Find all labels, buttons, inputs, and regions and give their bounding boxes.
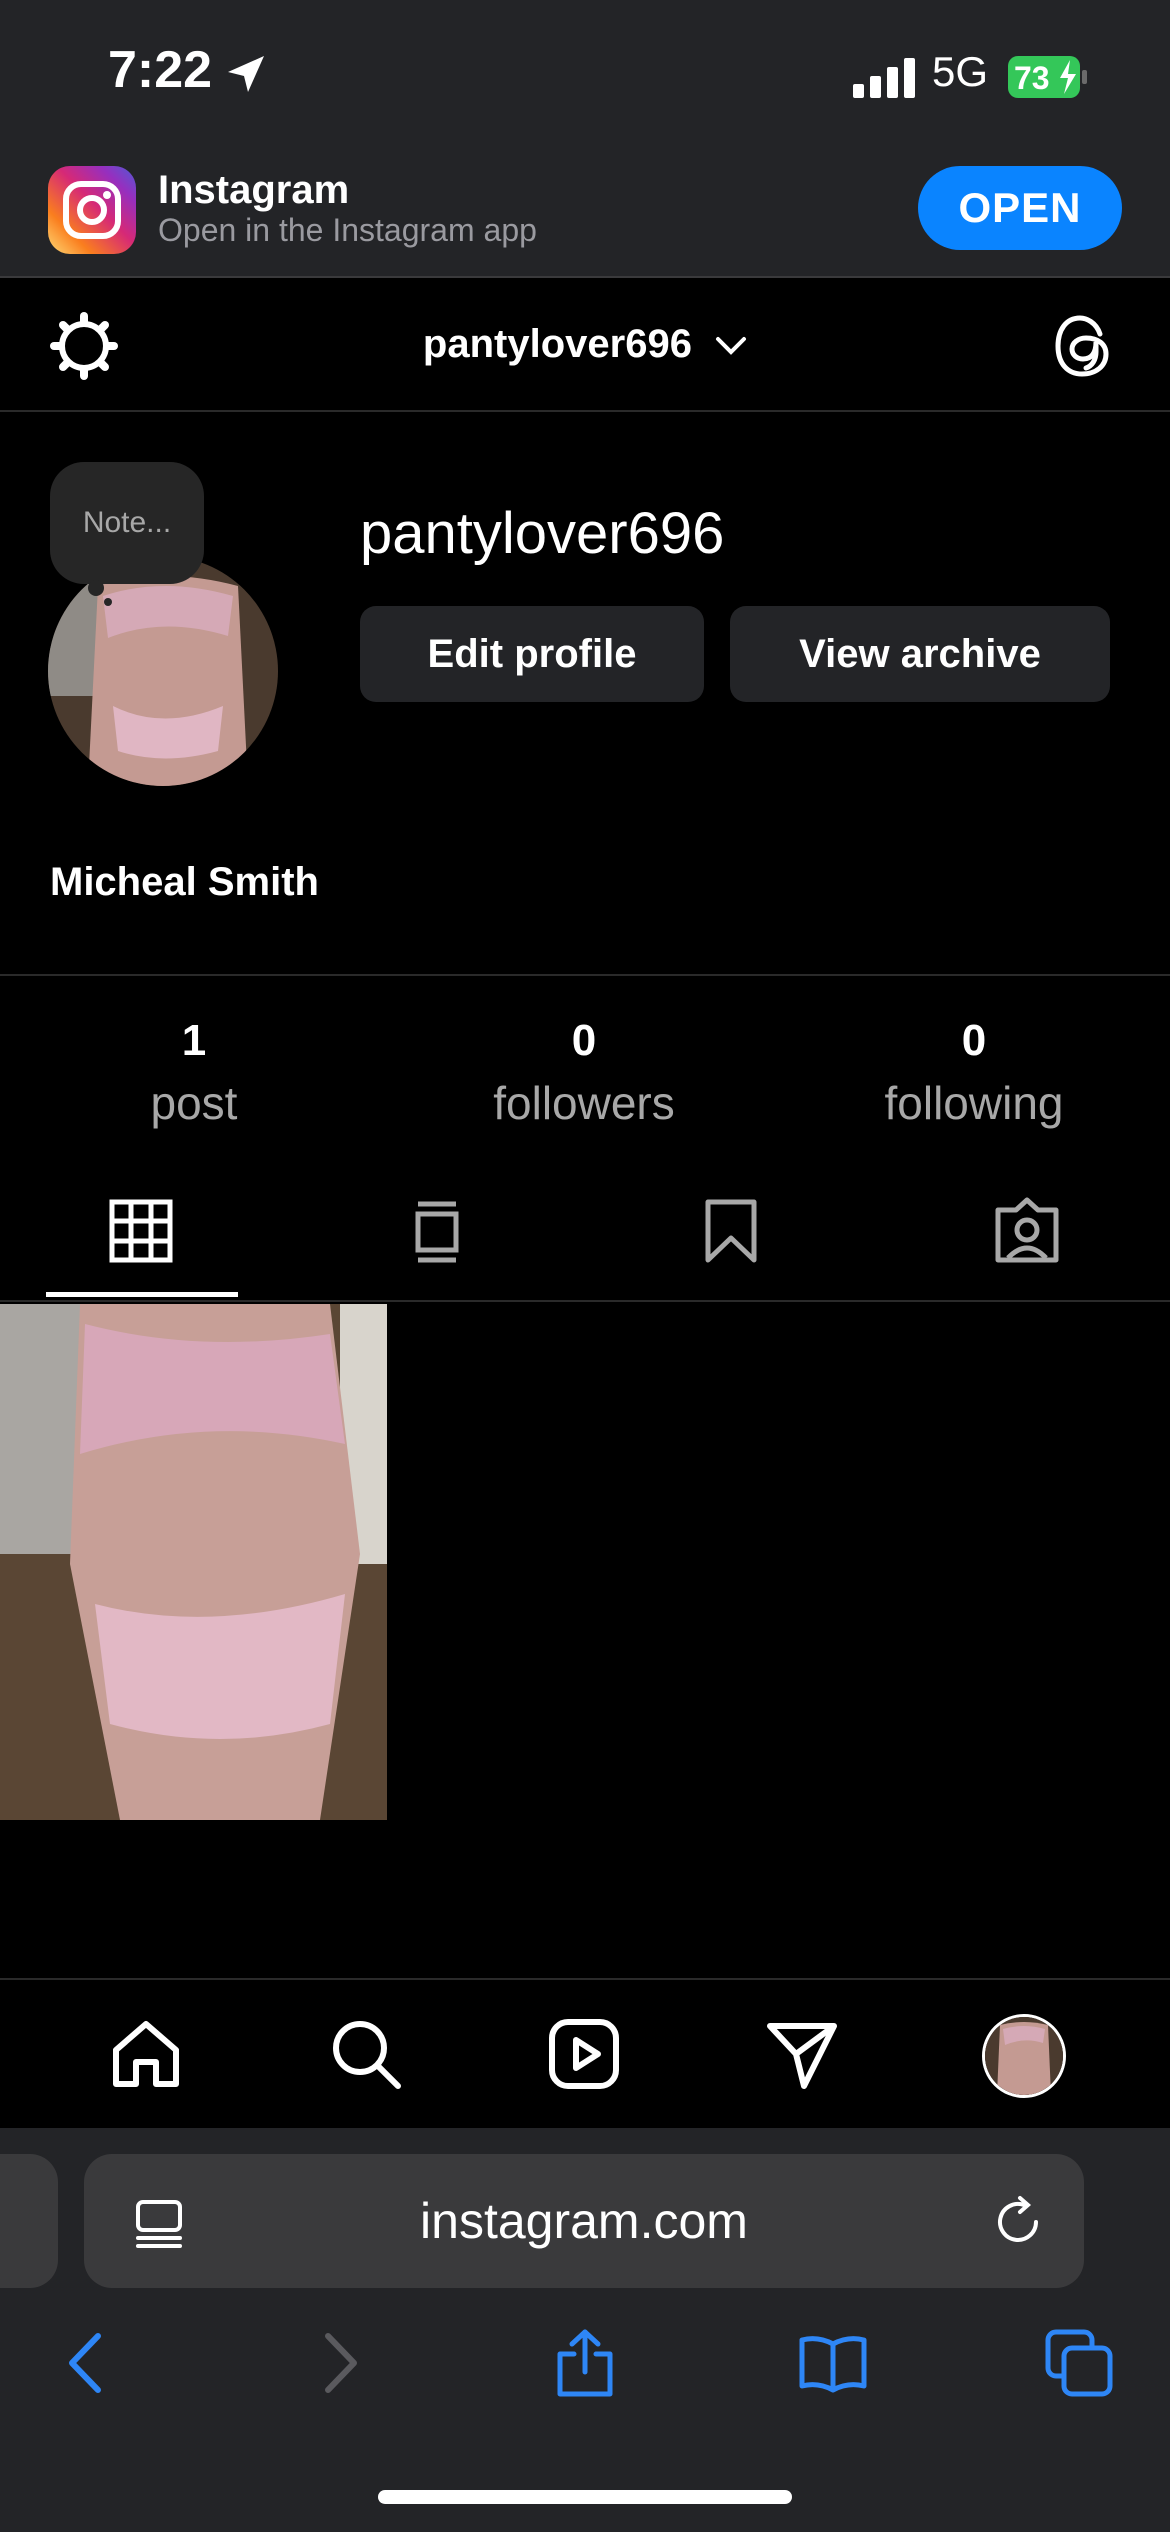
battery-level: 73	[1014, 60, 1050, 96]
settings-icon[interactable]	[48, 310, 120, 382]
bookmark-icon[interactable]	[696, 1196, 766, 1266]
followers-label[interactable]: followers	[454, 1076, 714, 1130]
location-arrow-icon	[222, 50, 270, 98]
following-count[interactable]: 0	[844, 1016, 1104, 1066]
followers-count[interactable]: 0	[454, 1016, 714, 1066]
post-thumbnail[interactable]	[0, 1304, 387, 1820]
bookmarks-icon[interactable]	[798, 2328, 868, 2398]
note-tail-small	[104, 598, 112, 606]
header-username: pantylover696	[422, 322, 692, 366]
posts-count: 1	[181, 1016, 207, 1065]
note-bubble[interactable]: Note...	[50, 462, 204, 584]
reels-icon[interactable]	[546, 2016, 622, 2092]
view-archive-button[interactable]: View archive	[730, 606, 1110, 702]
url-text[interactable]: instagram.com	[84, 2192, 1084, 2250]
profile-avatar[interactable]	[982, 2014, 1066, 2098]
battery-icon: 73	[1008, 56, 1088, 98]
search-icon[interactable]	[328, 2016, 404, 2092]
signal-icon	[853, 58, 915, 98]
reload-icon[interactable]	[990, 2194, 1046, 2250]
profile-avatar[interactable]	[48, 556, 278, 786]
divider	[0, 1300, 1170, 1302]
feed-icon[interactable]	[402, 1196, 472, 1266]
home-indicator	[378, 2490, 792, 2504]
network-label: 5G	[932, 48, 989, 95]
open-app-button[interactable]: OPEN	[918, 166, 1122, 250]
forward-icon	[304, 2328, 374, 2398]
grid-icon[interactable]	[106, 1196, 176, 1266]
account-switcher[interactable]: pantylover696	[300, 322, 870, 367]
posts-label: post	[150, 1077, 238, 1129]
active-tab-indicator	[46, 1292, 238, 1297]
share-icon[interactable]	[550, 2328, 620, 2398]
status-time: 7:22	[108, 41, 213, 99]
home-icon[interactable]	[108, 2016, 184, 2092]
previous-tab-edge[interactable]	[0, 2154, 58, 2288]
following-label[interactable]: following	[844, 1076, 1104, 1130]
profile-full-name: Micheal Smith	[50, 860, 319, 904]
banner-title: Instagram	[158, 168, 350, 212]
note-tail	[88, 580, 104, 596]
profile-username: pantylover696	[360, 501, 725, 566]
tagged-icon[interactable]	[992, 1196, 1062, 1266]
threads-icon[interactable]	[1050, 312, 1118, 380]
divider	[0, 974, 1170, 976]
instagram-app-icon[interactable]	[48, 166, 136, 254]
edit-profile-button[interactable]: Edit profile	[360, 606, 704, 702]
back-icon[interactable]	[52, 2328, 122, 2398]
tabs-icon[interactable]	[1044, 2328, 1114, 2398]
direct-icon[interactable]	[764, 2016, 840, 2092]
banner-subtitle: Open in the Instagram app	[158, 212, 537, 248]
chevron-down-icon	[716, 337, 747, 356]
